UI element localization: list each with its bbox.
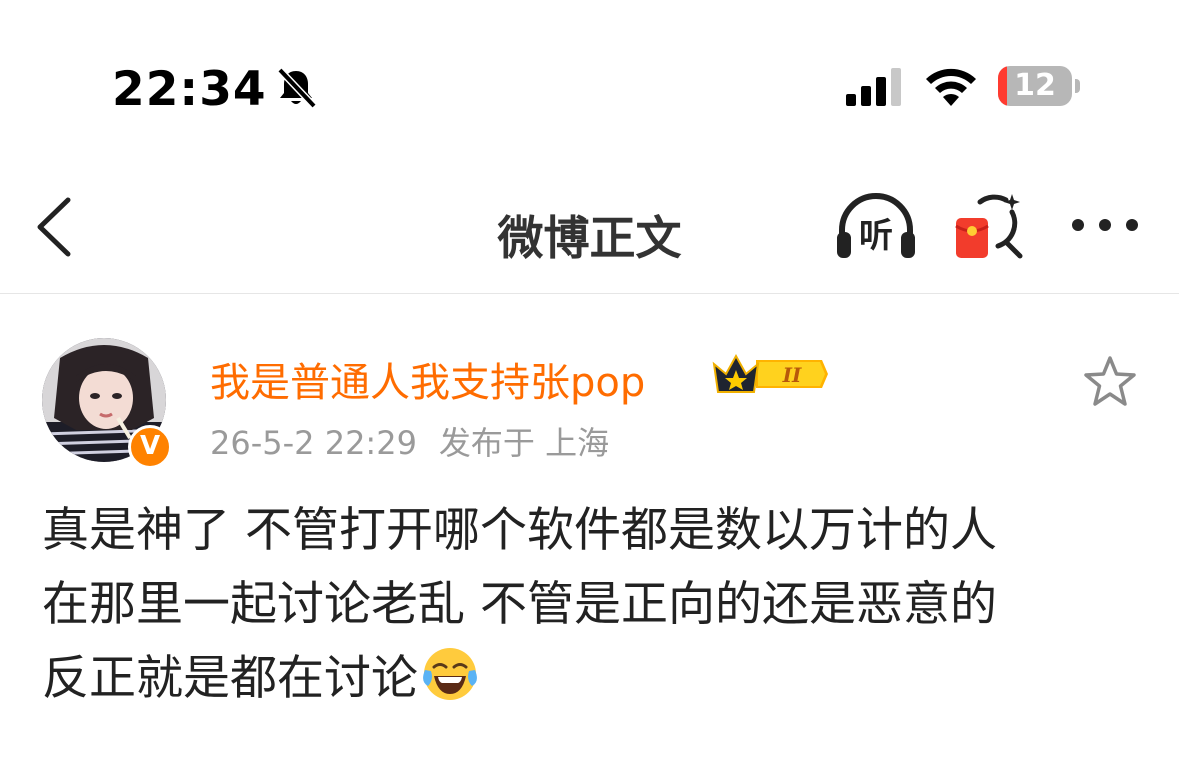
post-meta: 26-5-2 22:29 发布于 上海 bbox=[210, 418, 609, 464]
post-text: 真是神了 不管打开哪个软件都是数以万计的人 在那里一起讨论老乱 不管是正向的还是… bbox=[42, 494, 1142, 716]
listen-button[interactable]: 听 bbox=[834, 192, 918, 262]
post-location: 发布于 上海 bbox=[438, 424, 610, 462]
post-text-line: 真是神了 不管打开哪个软件都是数以万计的人 bbox=[42, 503, 997, 558]
battery-level: 12 bbox=[1014, 68, 1056, 103]
status-bar: 22:34 12 bbox=[0, 0, 1179, 150]
vip-level: II bbox=[782, 363, 802, 387]
post-date: 26-5-2 22:29 bbox=[210, 424, 417, 462]
favorite-star-icon[interactable] bbox=[1082, 354, 1138, 408]
listen-label: 听 bbox=[859, 216, 893, 256]
red-packet-icon[interactable] bbox=[954, 190, 1028, 262]
post-text-line: 在那里一起讨论老乱 不管是正向的还是恶意的 bbox=[42, 577, 997, 632]
verified-badge: V bbox=[128, 425, 172, 469]
username[interactable]: 我是普通人我支持张pop bbox=[210, 350, 645, 408]
status-time: 22:34 bbox=[112, 62, 267, 117]
wifi-icon bbox=[926, 68, 976, 106]
vip-crown-badge-icon[interactable]: II bbox=[712, 352, 828, 396]
nav-bar: 微博正文 听 bbox=[0, 150, 1179, 294]
laughing-crying-emoji bbox=[423, 648, 477, 700]
signal-icon bbox=[846, 68, 901, 106]
more-icon[interactable] bbox=[1070, 214, 1140, 236]
post-text-line: 反正就是都在讨论 bbox=[42, 651, 418, 706]
battery-icon: 12 bbox=[998, 66, 1082, 108]
bell-off-icon bbox=[277, 67, 317, 109]
